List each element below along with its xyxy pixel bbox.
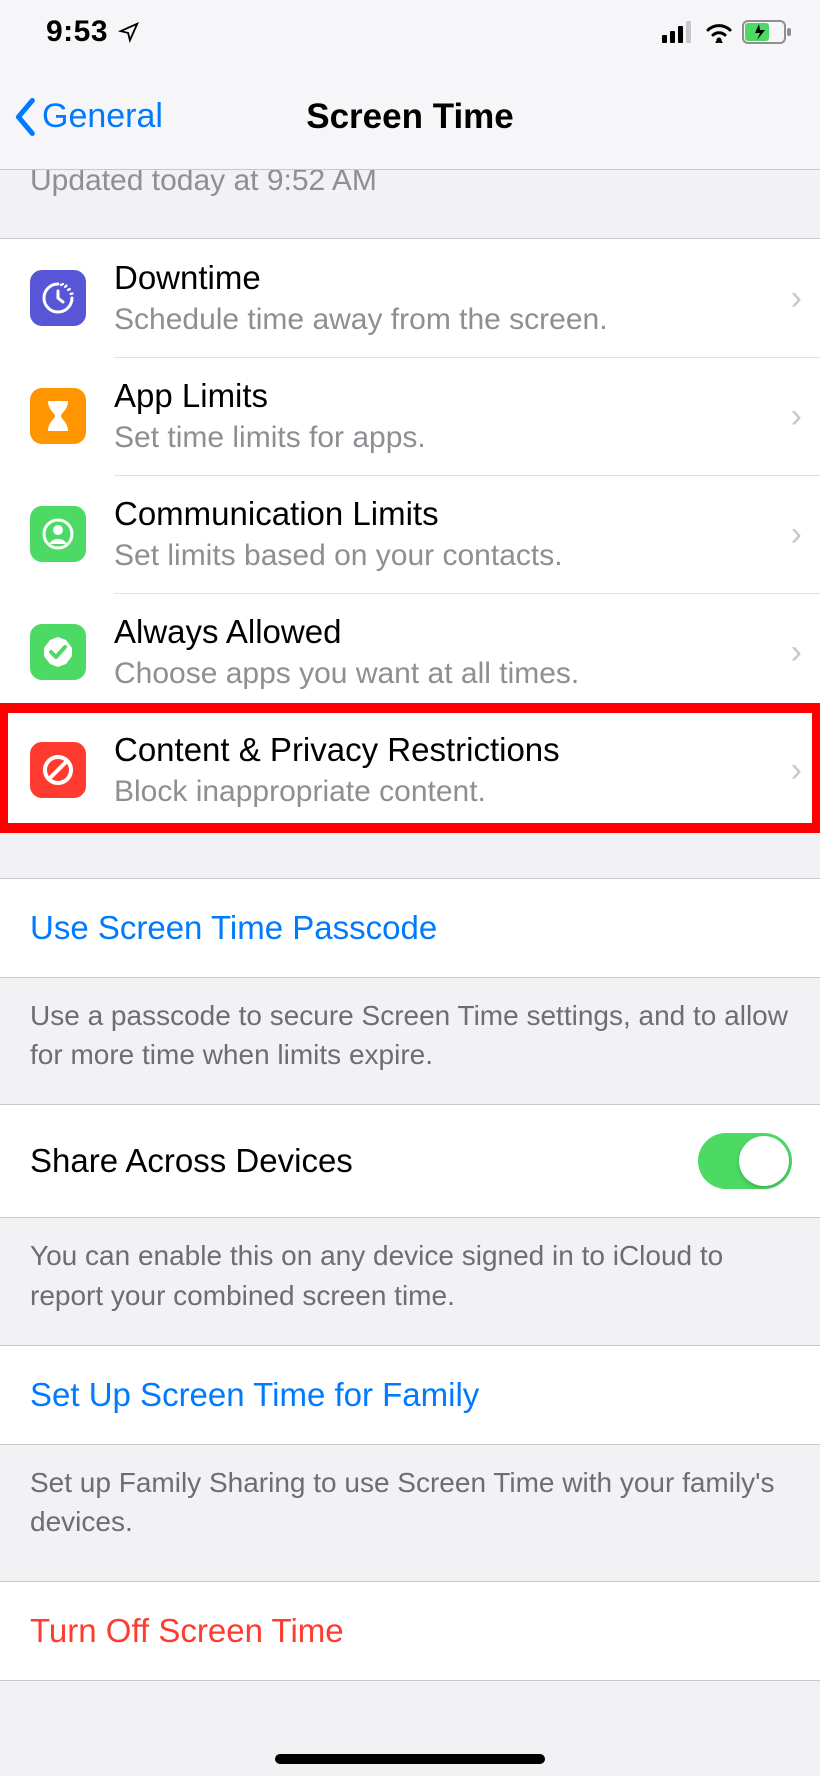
row-sub: Choose apps you want at all times. bbox=[114, 657, 783, 691]
always-icon bbox=[30, 624, 86, 680]
row-sub: Block inappropriate content. bbox=[114, 775, 783, 809]
family-link[interactable]: Set Up Screen Time for Family bbox=[0, 1346, 820, 1444]
content: Updated today at 9:52 AM Downtime Schedu… bbox=[0, 160, 820, 1681]
contentpriv-icon bbox=[30, 742, 86, 798]
share-toggle[interactable] bbox=[698, 1133, 792, 1189]
battery-icon bbox=[742, 20, 792, 44]
row-commlimits[interactable]: Communication Limits Set limits based on… bbox=[0, 475, 820, 593]
row-sub: Set limits based on your contacts. bbox=[114, 539, 783, 573]
passcode-group: Use Screen Time Passcode bbox=[0, 878, 820, 978]
chevron-right-icon: › bbox=[791, 751, 802, 790]
passcode-footer: Use a passcode to secure Screen Time set… bbox=[0, 978, 820, 1104]
row-contentpriv[interactable]: Content & Privacy Restrictions Block ina… bbox=[0, 711, 820, 829]
row-always[interactable]: Always Allowed Choose apps you want at a… bbox=[0, 593, 820, 711]
row-title: Always Allowed bbox=[114, 613, 783, 651]
update-text: Updated today at 9:52 AM bbox=[0, 160, 820, 238]
row-sub: Schedule time away from the screen. bbox=[114, 303, 783, 337]
row-title: Communication Limits bbox=[114, 495, 783, 533]
share-toggle-row: Share Across Devices bbox=[0, 1105, 820, 1217]
nav-bar: General Screen Time bbox=[0, 64, 820, 170]
row-sub: Set time limits for apps. bbox=[114, 421, 783, 455]
applimits-icon bbox=[30, 388, 86, 444]
downtime-icon bbox=[30, 270, 86, 326]
cellular-icon bbox=[662, 21, 696, 43]
share-label: Share Across Devices bbox=[30, 1142, 353, 1180]
turnoff-link[interactable]: Turn Off Screen Time bbox=[0, 1582, 820, 1680]
turnoff-group: Turn Off Screen Time bbox=[0, 1581, 820, 1681]
use-passcode-link[interactable]: Use Screen Time Passcode bbox=[0, 879, 820, 977]
switch-knob bbox=[739, 1136, 789, 1186]
home-indicator[interactable] bbox=[275, 1754, 545, 1764]
back-label: General bbox=[42, 97, 163, 136]
share-footer: You can enable this on any device signed… bbox=[0, 1218, 820, 1344]
back-button[interactable]: General bbox=[0, 97, 163, 136]
chevron-right-icon: › bbox=[791, 279, 802, 318]
status-time: 9:53 bbox=[46, 15, 108, 49]
chevron-right-icon: › bbox=[791, 633, 802, 672]
chevron-right-icon: › bbox=[791, 397, 802, 436]
row-downtime[interactable]: Downtime Schedule time away from the scr… bbox=[0, 239, 820, 357]
wifi-icon bbox=[704, 21, 734, 43]
status-right bbox=[662, 20, 792, 44]
options-group: Downtime Schedule time away from the scr… bbox=[0, 238, 820, 830]
family-group: Set Up Screen Time for Family bbox=[0, 1345, 820, 1445]
location-icon bbox=[118, 21, 140, 43]
row-title: App Limits bbox=[114, 377, 783, 415]
chevron-right-icon: › bbox=[791, 515, 802, 554]
share-group: Share Across Devices bbox=[0, 1104, 820, 1218]
row-applimits[interactable]: App Limits Set time limits for apps. › bbox=[0, 357, 820, 475]
chevron-left-icon bbox=[14, 98, 38, 136]
row-title: Content & Privacy Restrictions bbox=[114, 731, 783, 769]
commlimits-icon bbox=[30, 506, 86, 562]
family-footer: Set up Family Sharing to use Screen Time… bbox=[0, 1445, 820, 1571]
row-title: Downtime bbox=[114, 259, 783, 297]
status-bar: 9:53 bbox=[0, 0, 820, 64]
